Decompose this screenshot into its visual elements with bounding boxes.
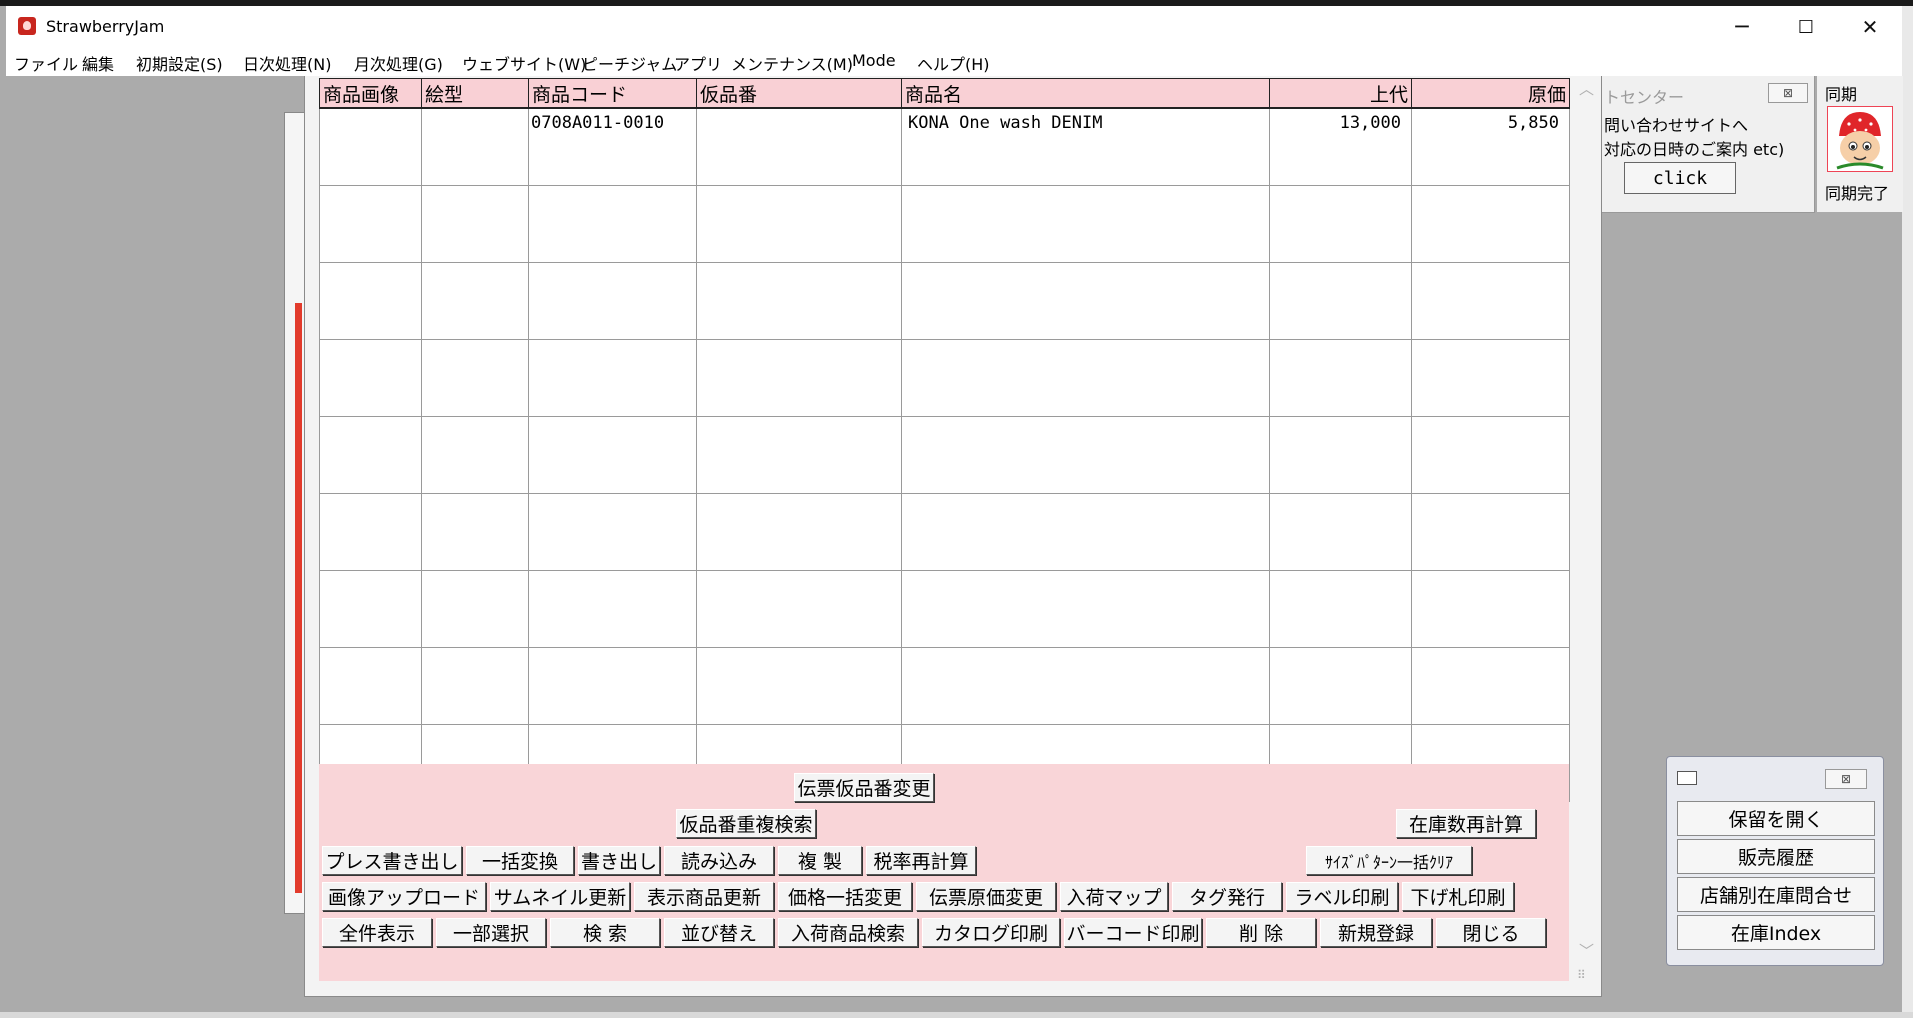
col-header-code[interactable]: 商品コード	[528, 78, 697, 109]
temp-no-duplicate-search-button[interactable]: 仮品番重複検索	[676, 809, 816, 838]
open-hold-button[interactable]: 保留を開く	[1677, 801, 1875, 836]
image-upload-button[interactable]: 画像アップロード	[322, 882, 486, 911]
maximize-button[interactable]: ☐	[1774, 6, 1838, 48]
vertical-scrollbar[interactable]: ︿ ﹀	[1575, 78, 1595, 968]
action-button-panel: 伝票仮品番変更 仮品番重複検索 在庫数再計算 プレス書き出し 一括変換 書き出し…	[319, 764, 1569, 981]
strawberry-character-icon[interactable]	[1827, 106, 1893, 172]
cell-name[interactable]: KONA One wash DENIM	[901, 107, 1270, 186]
duplicate-button[interactable]: 複 製	[778, 846, 862, 875]
menu-peach-jam[interactable]: ピーチジャム	[582, 51, 677, 75]
product-list-window: 商品画像 絵型 商品コード 仮品番 商品名 上代 原価 0708A011-001…	[304, 76, 1602, 997]
col-header-image[interactable]: 商品画像	[319, 78, 422, 109]
support-click-button[interactable]: click	[1624, 162, 1736, 194]
tag-issue-button[interactable]: タグ発行	[1172, 882, 1282, 911]
store-stock-inquiry-button[interactable]: 店舗別在庫問合せ	[1677, 877, 1875, 912]
sort-button[interactable]: 並び替え	[664, 918, 774, 947]
menu-help[interactable]: ヘルプ(H)	[917, 51, 990, 75]
menu-maintenance[interactable]: メンテナンス(M)	[731, 51, 853, 75]
sales-history-button[interactable]: 販売履歴	[1677, 839, 1875, 874]
table-row[interactable]	[319, 262, 1570, 340]
support-center-panel: トセンター ⊠ 問い合わせサイトへ 対応の日時のご案内 etc) click	[1602, 76, 1815, 213]
stock-recalc-button[interactable]: 在庫数再計算	[1396, 809, 1536, 838]
minimize-button[interactable]: ─	[1710, 6, 1774, 48]
sync-panel: 同期 同期完了	[1816, 76, 1903, 212]
menu-website[interactable]: ウェブサイト(W)	[462, 51, 586, 75]
table-row[interactable]	[319, 185, 1570, 263]
strawberry-app-icon	[18, 17, 36, 35]
table-row[interactable]: 0708A011-0010 KONA One wash DENIM 13,000…	[319, 107, 1570, 186]
new-register-button[interactable]: 新規登録	[1320, 918, 1432, 947]
menu-initial-settings[interactable]: 初期設定(S)	[136, 51, 223, 75]
thumbnail-update-button[interactable]: サムネイル更新	[490, 882, 630, 911]
product-table: 商品画像 絵型 商品コード 仮品番 商品名 上代 原価 0708A011-001…	[319, 78, 1570, 802]
col-header-pattern[interactable]: 絵型	[421, 78, 529, 109]
cell-image[interactable]	[319, 107, 422, 186]
table-row[interactable]	[319, 570, 1570, 648]
show-all-button[interactable]: 全件表示	[322, 918, 432, 947]
cell-temp-no[interactable]	[696, 107, 902, 186]
cell-pattern[interactable]	[421, 107, 529, 186]
window-right-edge	[1902, 6, 1913, 1018]
arrival-product-search-button[interactable]: 入荷商品検索	[778, 918, 918, 947]
col-header-name[interactable]: 商品名	[901, 78, 1270, 109]
table-row[interactable]	[319, 416, 1570, 494]
arrival-map-button[interactable]: 入荷マップ	[1060, 882, 1168, 911]
denpyo-temp-no-change-button[interactable]: 伝票仮品番変更	[794, 773, 934, 802]
denpyo-cost-change-button[interactable]: 伝票原価変更	[916, 882, 1056, 911]
quick-panel-close-icon[interactable]: ⊠	[1825, 769, 1867, 789]
table-row[interactable]	[319, 339, 1570, 417]
press-export-button[interactable]: プレス書き出し	[322, 846, 462, 875]
col-header-cost[interactable]: 原価	[1411, 78, 1570, 109]
cell-retail[interactable]: 13,000	[1269, 107, 1412, 186]
import-button[interactable]: 読み込み	[664, 846, 774, 875]
cell-code[interactable]: 0708A011-0010	[528, 107, 697, 186]
table-header-row: 商品画像 絵型 商品コード 仮品番 商品名 上代 原価	[319, 78, 1570, 109]
resize-grip-icon[interactable]: ⠿	[1577, 968, 1586, 982]
col-header-retail[interactable]: 上代	[1269, 78, 1412, 109]
col-header-temp-no[interactable]: 仮品番	[696, 78, 902, 109]
menu-edit[interactable]: 編集	[82, 51, 114, 75]
search-button[interactable]: 検 索	[550, 918, 660, 947]
title-bar: StrawberryJam ─ ☐ ✕	[6, 6, 1902, 48]
background-window-accent	[295, 303, 302, 893]
window-title: StrawberryJam	[46, 17, 165, 36]
support-panel-close-icon[interactable]: ⊠	[1768, 83, 1808, 103]
scroll-down-arrow-icon[interactable]: ﹀	[1579, 940, 1594, 961]
table-row[interactable]	[319, 493, 1570, 571]
support-line-2: 対応の日時のご案内 etc)	[1604, 140, 1785, 159]
menu-monthly[interactable]: 月次処理(G)	[354, 51, 443, 75]
bulk-convert-button[interactable]: 一括変換	[466, 846, 574, 875]
catalog-print-button[interactable]: カタログ印刷	[922, 918, 1060, 947]
menu-bar: ファイル 編集 初期設定(S) 日次処理(N) 月次処理(G) ウェブサイト(W…	[6, 48, 1902, 76]
support-line-1: 問い合わせサイトへ	[1604, 116, 1749, 135]
menu-file[interactable]: ファイル	[14, 51, 78, 75]
close-window-button[interactable]: 閉じる	[1436, 918, 1546, 947]
quick-action-panel: ⊠ 保留を開く 販売履歴 店舗別在庫問合せ 在庫Index	[1666, 756, 1884, 966]
stock-index-button[interactable]: 在庫Index	[1677, 915, 1875, 950]
close-button[interactable]: ✕	[1838, 6, 1902, 48]
hang-tag-print-button[interactable]: 下げ札印刷	[1402, 882, 1514, 911]
bottom-border	[0, 1012, 1913, 1018]
sync-title: 同期	[1825, 85, 1858, 104]
menu-mode[interactable]: Mode	[852, 51, 896, 70]
cell-cost[interactable]: 5,850	[1411, 107, 1570, 186]
support-panel-title: トセンター	[1604, 88, 1685, 107]
sync-status: 同期完了	[1825, 184, 1890, 203]
barcode-print-button[interactable]: バーコード印刷	[1064, 918, 1202, 947]
panel-window-icon	[1677, 771, 1697, 785]
bulk-price-change-button[interactable]: 価格一括変更	[778, 882, 912, 911]
menu-apps[interactable]: アプリ	[674, 51, 722, 75]
size-pattern-clear-button[interactable]: ｻｲｽﾞﾊﾟﾀｰﾝ一括ｸﾘｱ	[1306, 846, 1472, 875]
table-row[interactable]	[319, 647, 1570, 725]
partial-select-button[interactable]: 一部選択	[436, 918, 546, 947]
export-button[interactable]: 書き出し	[578, 846, 660, 875]
menu-daily[interactable]: 日次処理(N)	[243, 51, 331, 75]
scroll-up-arrow-icon[interactable]: ︿	[1579, 78, 1594, 99]
tax-recalc-button[interactable]: 税率再計算	[866, 846, 976, 875]
label-print-button[interactable]: ラベル印刷	[1286, 882, 1398, 911]
display-product-update-button[interactable]: 表示商品更新	[634, 882, 774, 911]
delete-button[interactable]: 削 除	[1206, 918, 1316, 947]
